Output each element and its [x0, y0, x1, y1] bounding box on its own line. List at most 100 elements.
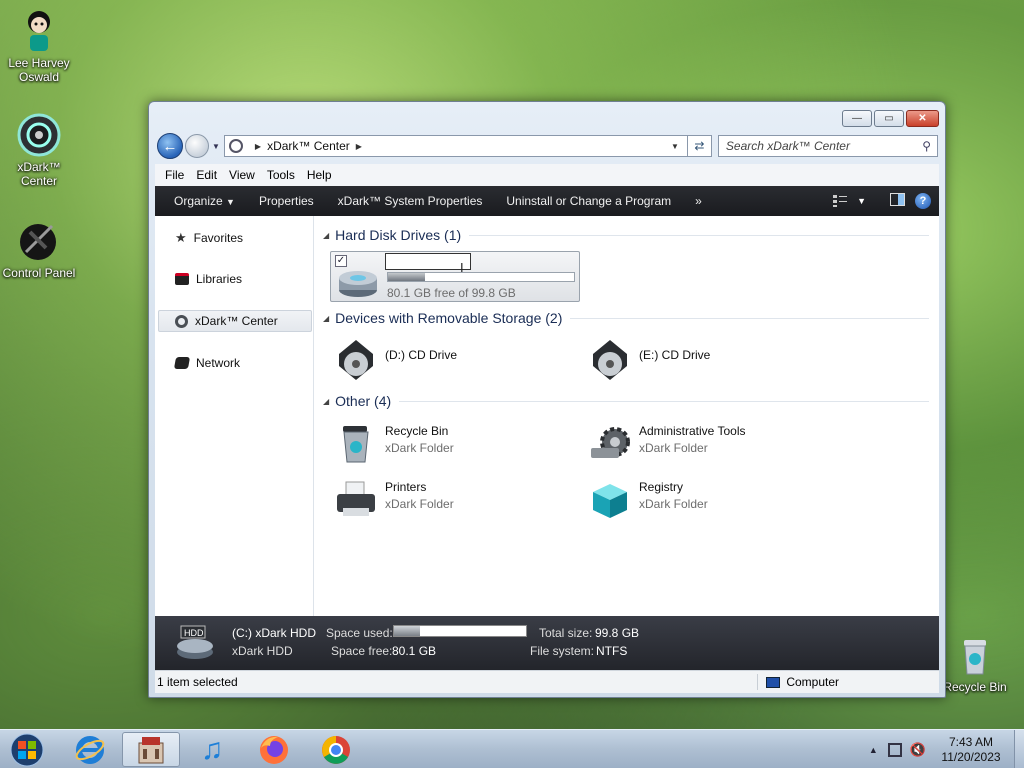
group-title: Other (4)	[335, 393, 392, 409]
checkbox-checked-icon[interactable]: ✓	[335, 255, 347, 267]
taskbar-media-player[interactable]: ♫	[184, 732, 240, 767]
nav-item-label: xDark™ Center	[195, 314, 278, 328]
help-icon[interactable]: ?	[915, 193, 931, 209]
windows-logo-icon	[10, 733, 44, 766]
space-free-label: Space free:	[331, 644, 393, 658]
rename-input[interactable]: xDark HDD	[385, 253, 471, 270]
desktop-icon-xdark-center[interactable]: xDark™ Center	[0, 112, 78, 188]
divider	[399, 400, 929, 402]
nav-item-libraries[interactable]: Libraries	[175, 272, 242, 286]
menu-view[interactable]: View	[223, 168, 261, 182]
details-subtitle: xDark HDD	[232, 644, 293, 658]
nav-item-label: Libraries	[196, 272, 243, 286]
network-status-icon[interactable]	[887, 742, 902, 757]
computer-icon	[766, 676, 781, 688]
menu-file[interactable]: File	[159, 168, 190, 182]
group-header-removable-storage[interactable]: ◢ Devices with Removable Storage (2)	[323, 310, 929, 326]
forward-button[interactable]	[185, 134, 209, 158]
desktop-icon-lee-harvey-oswald[interactable]: Lee Harvey Oswald	[0, 8, 78, 84]
item-type: xDark Folder	[385, 497, 454, 511]
star-icon: ★	[175, 230, 187, 245]
registry-item[interactable]: Registry xDark Folder	[587, 476, 708, 522]
menu-tools[interactable]: Tools	[261, 168, 301, 182]
clock[interactable]: 7:43 AM 11/20/2023	[928, 735, 1014, 765]
show-desktop-button[interactable]	[1014, 730, 1024, 768]
taskbar-chrome[interactable]	[308, 732, 364, 767]
address-dropdown-icon[interactable]: ▼	[663, 142, 687, 151]
collapse-icon[interactable]: ◢	[323, 397, 329, 406]
cd-drive-d[interactable]: (D:) CD Drive	[333, 336, 457, 382]
cd-drive-e[interactable]: (E:) CD Drive	[587, 336, 710, 382]
text-cursor-icon: I	[460, 260, 464, 275]
breadcrumb-separator-icon[interactable]: ▶	[356, 142, 362, 151]
taskbar-internet-explorer[interactable]	[62, 732, 118, 767]
nav-item-favorites[interactable]: ★ Favorites	[175, 230, 243, 246]
navigation-pane: ★ Favorites Libraries xDark™ Center Netw…	[155, 216, 314, 616]
printer-icon	[333, 476, 379, 522]
taskbar-firefox[interactable]	[246, 732, 302, 767]
system-properties-button[interactable]: xDark™ System Properties	[326, 194, 495, 208]
cd-drive-icon	[333, 336, 379, 382]
view-options-icon[interactable]	[833, 195, 848, 207]
uninstall-program-button[interactable]: Uninstall or Change a Program	[494, 194, 683, 208]
minimize-button[interactable]: —	[842, 110, 872, 127]
desktop-icon-recycle-bin[interactable]: Recycle Bin	[936, 632, 1014, 694]
organize-button[interactable]: Organize ▼	[155, 194, 247, 208]
address-bar[interactable]: ▶ xDark™ Center ▶ ▼	[223, 135, 688, 157]
menu-edit[interactable]: Edit	[190, 168, 223, 182]
search-input[interactable]: Search xDark™ Center ⚲	[717, 135, 938, 157]
view-dropdown-icon[interactable]: ▼	[857, 196, 866, 206]
explorer-window: — ▭ ✕ ← ▼ ▶ xDark™ Center ▶ ▼ ⇄ Search x…	[148, 101, 946, 698]
group-header-hard-disk-drives[interactable]: ◢ Hard Disk Drives (1)	[323, 227, 929, 243]
nav-item-label: Network	[196, 356, 241, 370]
cd-drive-icon	[587, 336, 633, 382]
desktop-icon-label: Control Panel	[2, 266, 76, 280]
drive-name: (E:) CD Drive	[639, 348, 711, 362]
organize-label: Organize	[174, 194, 223, 208]
command-bar: Organize ▼ Properties xDark™ System Prop…	[155, 186, 939, 216]
items-view: ◢ Hard Disk Drives (1) ✓ xDark HDD 80.1 …	[315, 216, 939, 616]
start-button[interactable]	[0, 732, 54, 767]
back-button[interactable]: ←	[157, 133, 183, 159]
details-pane: HDD (C:) xDark HDD xDark HDD Space used:…	[155, 616, 939, 670]
volume-muted-icon[interactable]: 🔇	[910, 742, 926, 758]
hdd-large-icon: HDD	[177, 625, 213, 659]
address-row: ← ▼ ▶ xDark™ Center ▶ ▼ ⇄ Search xDark™ …	[157, 132, 938, 160]
breadcrumb-xdark-center[interactable]: xDark™ Center	[267, 139, 350, 153]
collapse-icon[interactable]: ◢	[323, 314, 329, 323]
menu-help[interactable]: Help	[301, 168, 338, 182]
item-type: xDark Folder	[385, 441, 454, 455]
firefox-icon	[260, 735, 288, 764]
breadcrumb-separator-icon[interactable]: ▶	[255, 142, 261, 151]
person-icon	[16, 8, 62, 54]
taskbar-explorer[interactable]	[122, 732, 180, 767]
file-system-value: NTFS	[596, 644, 628, 658]
group-header-other[interactable]: ◢ Other (4)	[323, 393, 929, 409]
recycle-bin-icon	[333, 420, 379, 466]
libraries-icon	[175, 273, 189, 285]
group-title: Devices with Removable Storage (2)	[335, 310, 563, 326]
close-button[interactable]: ✕	[906, 110, 939, 127]
nav-item-xdark-center[interactable]: xDark™ Center	[158, 310, 312, 332]
properties-button[interactable]: Properties	[247, 194, 326, 208]
recent-pages-dropdown[interactable]: ▼	[212, 142, 220, 151]
collapse-icon[interactable]: ◢	[323, 231, 329, 240]
administrative-tools-item[interactable]: Administrative Tools xDark Folder	[587, 420, 746, 466]
desktop-icon-control-panel[interactable]: Control Panel	[0, 218, 78, 280]
search-icon[interactable]: ⚲	[922, 139, 931, 153]
maximize-button[interactable]: ▭	[874, 110, 904, 127]
printers-item[interactable]: Printers xDark Folder	[333, 476, 454, 522]
status-divider	[757, 674, 759, 690]
hdd-tile-selected[interactable]: ✓ xDark HDD 80.1 GB free of 99.8 GB I	[330, 251, 580, 302]
recycle-bin-item[interactable]: Recycle Bin xDark Folder	[333, 420, 454, 466]
taskbar: ♫ ▲ 🔇 7:43 AM 11/20/2023	[0, 729, 1024, 768]
hard-drive-icon	[339, 271, 377, 297]
show-hidden-icons-icon[interactable]: ▲	[869, 745, 878, 755]
more-commands-button[interactable]: »	[683, 194, 714, 208]
nav-item-network[interactable]: Network	[173, 356, 241, 370]
space-free-value: 80.1 GB	[392, 644, 437, 658]
preview-pane-icon[interactable]	[890, 193, 905, 209]
refresh-button[interactable]: ⇄	[687, 135, 712, 157]
system-tray: ▲ 🔇 7:43 AM 11/20/2023	[869, 730, 1024, 768]
nav-item-label: Favorites	[193, 231, 244, 245]
